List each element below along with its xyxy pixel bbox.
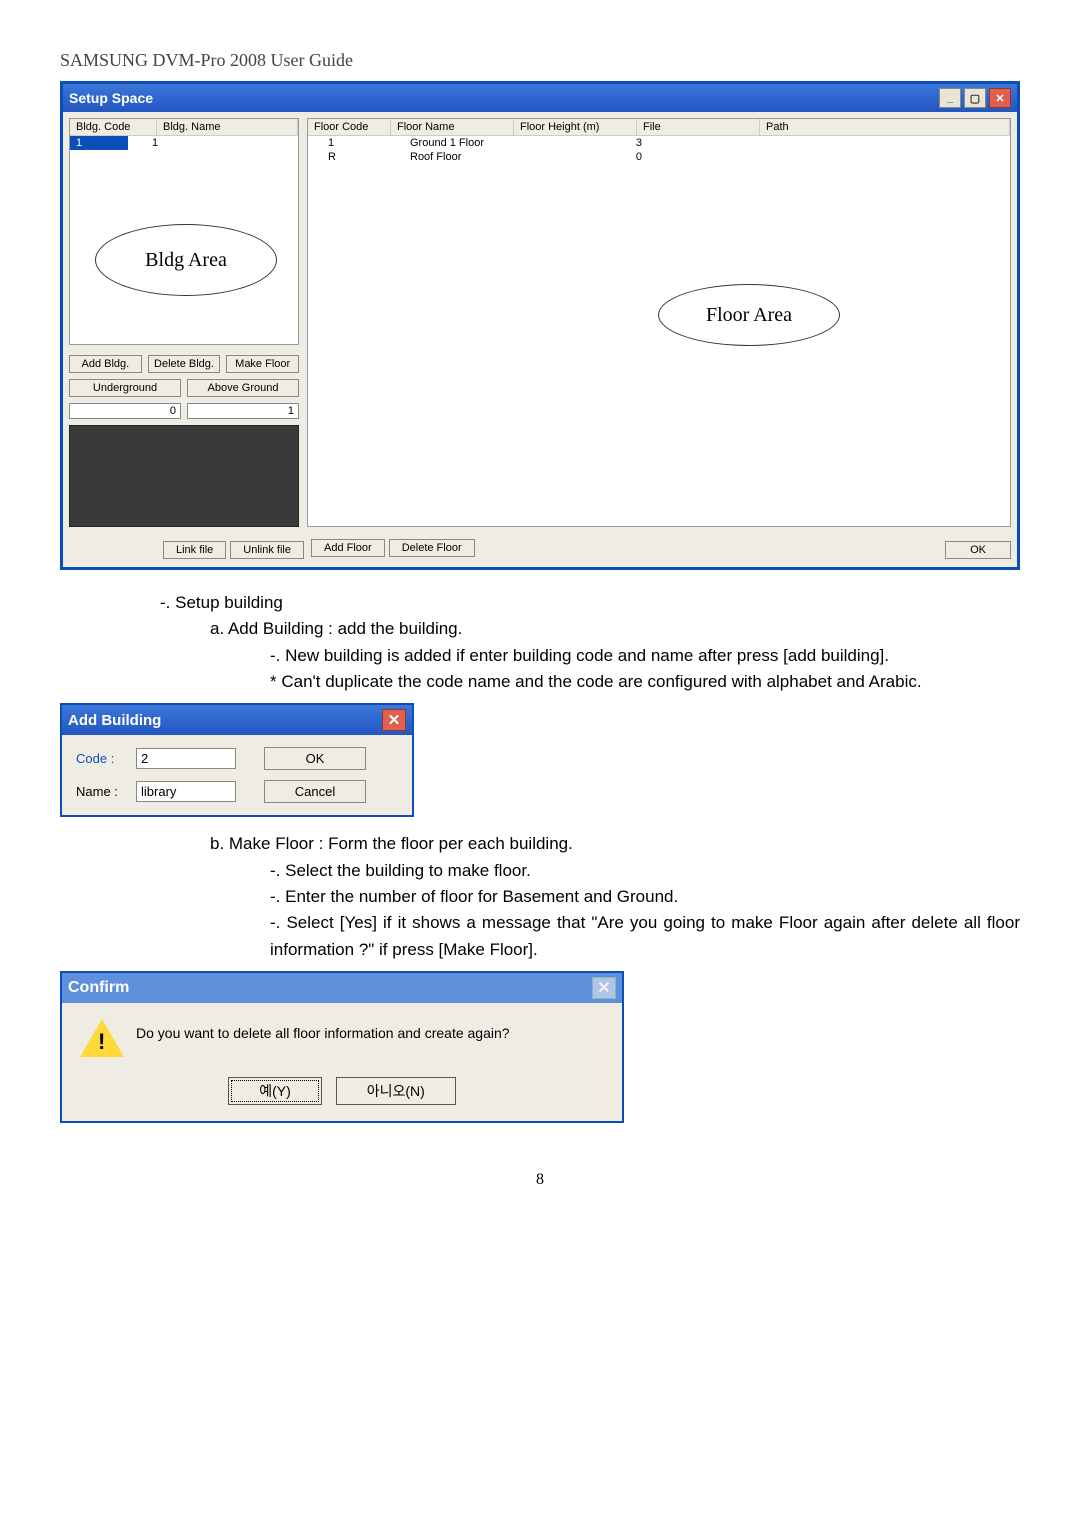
floor-file-header[interactable]: File xyxy=(637,119,760,135)
maximize-icon[interactable]: ▢ xyxy=(964,88,986,108)
underground-label: Underground xyxy=(69,379,181,397)
setup-space-titlebar[interactable]: Setup Space _ ▢ ✕ xyxy=(63,84,1017,112)
add-building-dialog: Add Building ✕ Code : OK Name : Cancel xyxy=(60,703,414,817)
confirm-title-text: Confirm xyxy=(68,979,129,997)
code-label: Code : xyxy=(76,751,136,766)
unlink-file-button[interactable]: Unlink file xyxy=(230,541,304,559)
floor-name-header[interactable]: Floor Name xyxy=(391,119,514,135)
yes-button[interactable]: 예(Y) xyxy=(228,1077,322,1105)
bldg-code-header[interactable]: Bldg. Code xyxy=(70,119,157,135)
doc-text: -. Setup building xyxy=(160,590,1020,616)
close-icon[interactable]: ✕ xyxy=(989,88,1011,108)
code-input[interactable] xyxy=(136,748,236,769)
doc-text: b. Make Floor : Form the floor per each … xyxy=(210,831,1020,857)
name-label: Name : xyxy=(76,784,136,799)
name-input[interactable] xyxy=(136,781,236,802)
confirm-dialog: Confirm ✕ ! Do you want to delete all fl… xyxy=(60,971,624,1123)
underground-input[interactable]: 0 xyxy=(69,403,181,419)
ok-button[interactable]: OK xyxy=(945,541,1011,559)
page-title: SAMSUNG DVM-Pro 2008 User Guide xyxy=(0,0,1080,81)
doc-text: -. Select [Yes] if it shows a message th… xyxy=(270,910,1020,963)
table-row[interactable]: R Roof Floor 0 xyxy=(308,150,1010,164)
setup-space-title-text: Setup Space xyxy=(69,90,153,106)
table-row[interactable]: 1 Ground 1 Floor 3 xyxy=(308,136,1010,150)
floor-list[interactable]: Floor Code Floor Name Floor Height (m) F… xyxy=(307,118,1011,527)
above-ground-input[interactable]: 1 xyxy=(187,403,299,419)
bldg-name-header[interactable]: Bldg. Name xyxy=(157,119,298,135)
delete-floor-button[interactable]: Delete Floor xyxy=(389,539,475,557)
delete-building-button[interactable]: Delete Bldg. xyxy=(148,355,221,373)
bldg-area-callout: Bldg Area xyxy=(95,224,277,296)
warning-icon: ! xyxy=(80,1019,120,1059)
add-building-title-text: Add Building xyxy=(68,712,161,729)
floor-height-header[interactable]: Floor Height (m) xyxy=(514,119,637,135)
add-floor-button[interactable]: Add Floor xyxy=(311,539,385,557)
table-row[interactable]: 1 1 xyxy=(70,136,298,150)
confirm-message: Do you want to delete all floor informat… xyxy=(136,1019,510,1041)
page-number: 8 xyxy=(0,1131,1080,1219)
make-floor-button[interactable]: Make Floor xyxy=(226,355,299,373)
cancel-button[interactable]: Cancel xyxy=(264,780,366,803)
above-ground-label: Above Ground xyxy=(187,379,299,397)
preview-area xyxy=(69,425,299,527)
doc-text: * Can't duplicate the code name and the … xyxy=(270,669,1020,695)
bldg-name-cell: 1 xyxy=(128,136,164,150)
add-building-button[interactable]: Add Bldg. xyxy=(69,355,142,373)
building-list[interactable]: Bldg. Code Bldg. Name 1 1 Bldg Area xyxy=(69,118,299,345)
minimize-icon[interactable]: _ xyxy=(939,88,961,108)
close-icon[interactable]: ✕ xyxy=(382,709,406,731)
bldg-code-cell: 1 xyxy=(70,136,128,150)
confirm-titlebar[interactable]: Confirm ✕ xyxy=(62,973,622,1003)
close-icon[interactable]: ✕ xyxy=(592,977,616,999)
doc-text: a. Add Building : add the building. xyxy=(210,616,1020,642)
setup-space-window: Setup Space _ ▢ ✕ Bldg. Code Bldg. Name … xyxy=(60,81,1020,570)
floor-path-header[interactable]: Path xyxy=(760,119,1010,135)
link-file-button[interactable]: Link file xyxy=(163,541,226,559)
no-button[interactable]: 아니오(N) xyxy=(336,1077,456,1105)
doc-text: -. Select the building to make floor. xyxy=(270,858,1020,884)
add-building-titlebar[interactable]: Add Building ✕ xyxy=(62,705,412,735)
ok-button[interactable]: OK xyxy=(264,747,366,770)
floor-code-header[interactable]: Floor Code xyxy=(308,119,391,135)
doc-text: -. New building is added if enter buildi… xyxy=(270,643,1020,669)
doc-text: -. Enter the number of floor for Basemen… xyxy=(270,884,1020,910)
floor-area-callout: Floor Area xyxy=(658,284,840,346)
